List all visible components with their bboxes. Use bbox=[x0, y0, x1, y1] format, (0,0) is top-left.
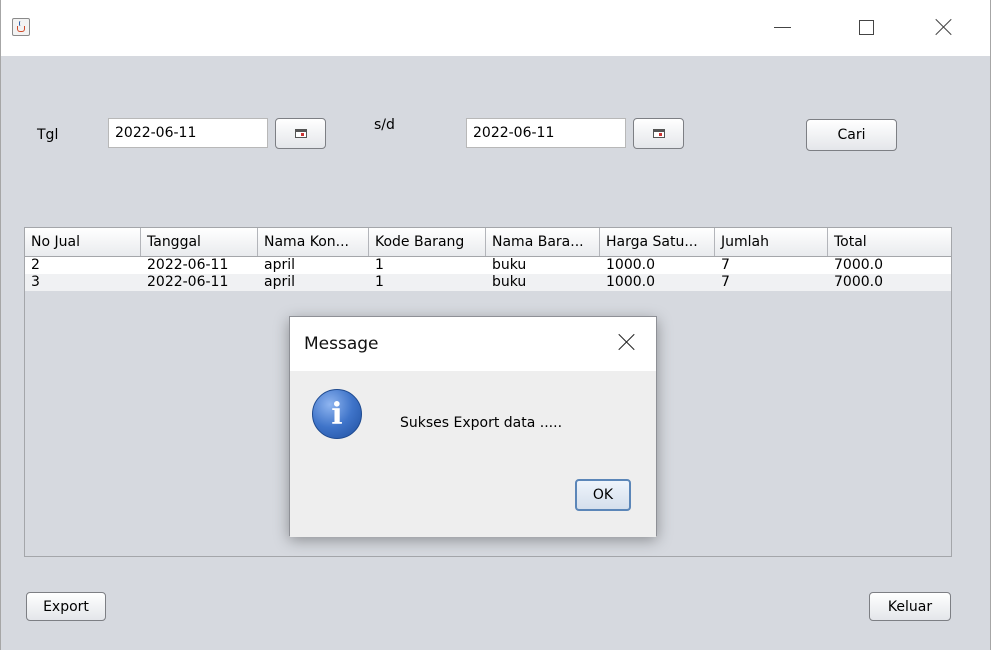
dialog-title-bar: Message bbox=[290, 317, 656, 371]
dialog-message: Sukses Export data ..... bbox=[400, 415, 563, 431]
app-window: Tgl 2022-06-11 s/d 2022-06-11 Cari No Ju… bbox=[0, 0, 991, 650]
column-header[interactable]: Jumlah bbox=[715, 228, 828, 256]
column-header[interactable]: Harga Satu... bbox=[600, 228, 715, 256]
export-button[interactable]: Export bbox=[26, 592, 106, 621]
table-cell: april bbox=[264, 274, 296, 290]
message-dialog: Message i Sukses Export data ..... OK bbox=[289, 316, 657, 537]
sd-label: s/d bbox=[374, 117, 395, 133]
column-header[interactable]: Nama Kon... bbox=[258, 228, 369, 256]
dialog-body: i Sukses Export data ..... OK bbox=[290, 371, 656, 537]
date-from-picker-button[interactable] bbox=[275, 118, 326, 149]
search-button[interactable]: Cari bbox=[806, 119, 897, 151]
table-cell: 7 bbox=[721, 257, 730, 273]
column-header[interactable]: Nama Bara... bbox=[486, 228, 600, 256]
table-cell: 1000.0 bbox=[606, 274, 655, 290]
date-to-field[interactable]: 2022-06-11 bbox=[466, 118, 626, 148]
table-cell: 7000.0 bbox=[834, 257, 883, 273]
table-cell: 1 bbox=[375, 274, 384, 290]
table-cell: 1 bbox=[375, 257, 384, 273]
table-cell: buku bbox=[492, 274, 527, 290]
dialog-close-icon[interactable] bbox=[618, 333, 636, 351]
date-to-picker-button[interactable] bbox=[633, 118, 684, 149]
minimize-icon[interactable] bbox=[767, 14, 797, 40]
table-cell: april bbox=[264, 257, 296, 273]
table-cell: 1000.0 bbox=[606, 257, 655, 273]
java-cup-icon[interactable] bbox=[12, 18, 30, 36]
table-cell: buku bbox=[492, 257, 527, 273]
maximize-icon[interactable] bbox=[851, 14, 881, 40]
column-header[interactable]: Tanggal bbox=[141, 228, 258, 256]
table-cell: 2022-06-11 bbox=[147, 257, 229, 273]
dialog-title: Message bbox=[304, 334, 379, 354]
table-row[interactable]: 2 2022-06-11 april 1 buku 1000.0 7 7000.… bbox=[25, 257, 951, 274]
table-cell: 7000.0 bbox=[834, 274, 883, 290]
table-row[interactable]: 3 2022-06-11 april 1 buku 1000.0 7 7000.… bbox=[25, 274, 951, 291]
title-bar bbox=[1, 0, 990, 56]
table-header: No Jual Tanggal Nama Kon... Kode Barang … bbox=[25, 228, 951, 257]
exit-button[interactable]: Keluar bbox=[869, 592, 951, 621]
ok-button[interactable]: OK bbox=[575, 479, 631, 511]
tgl-label: Tgl bbox=[37, 127, 59, 143]
table-cell: 3 bbox=[31, 274, 40, 290]
calendar-icon bbox=[652, 129, 665, 138]
date-from-field[interactable]: 2022-06-11 bbox=[108, 118, 268, 148]
info-icon: i bbox=[312, 389, 362, 439]
column-header[interactable]: Kode Barang bbox=[369, 228, 486, 256]
table-cell: 2 bbox=[31, 257, 40, 273]
column-header[interactable]: No Jual bbox=[25, 228, 141, 256]
calendar-icon bbox=[294, 129, 307, 138]
close-icon[interactable] bbox=[929, 14, 959, 40]
column-header[interactable]: Total bbox=[828, 228, 951, 256]
table-cell: 2022-06-11 bbox=[147, 274, 229, 290]
table-cell: 7 bbox=[721, 274, 730, 290]
